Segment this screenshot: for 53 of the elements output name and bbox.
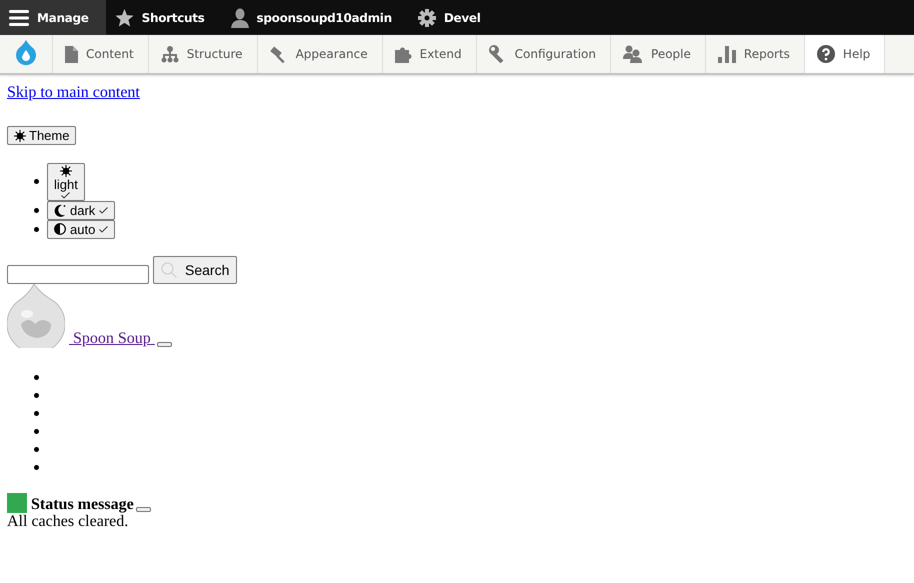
close-button[interactable]	[136, 506, 151, 512]
toolbar-tab[interactable]: Shortcuts	[106, 0, 222, 35]
check-icon	[99, 206, 108, 214]
toolbar-menu-item[interactable]: Extend	[382, 35, 477, 73]
check-icon	[61, 192, 70, 198]
help-icon	[816, 45, 835, 63]
theme-option-button[interactable]: dark	[47, 200, 116, 220]
search-icon	[161, 262, 177, 278]
contrast-icon	[54, 223, 66, 235]
bullet-icon	[34, 411, 39, 416]
user-icon	[230, 8, 249, 28]
toolbar-menu-item[interactable]: Configuration	[476, 35, 612, 73]
gear-icon	[418, 8, 436, 26]
toolbar-menu-item[interactable]: People	[611, 35, 706, 73]
bullet-icon	[34, 393, 39, 398]
bullet-icon	[34, 208, 39, 212]
toolbar-menu-item[interactable]: Structure	[148, 35, 258, 73]
toolbar-tab[interactable]: Manage	[0, 0, 106, 35]
toolbar-menu-item[interactable]: Reports	[706, 35, 805, 73]
status-message: All caches cleared.	[7, 512, 130, 530]
bullet-icon	[34, 226, 39, 232]
sitemap-icon	[160, 46, 179, 62]
toolbar-menu-item[interactable]: Content	[53, 35, 149, 73]
document-icon	[65, 46, 78, 62]
toolbar-menu-item[interactable]: Appearance	[258, 35, 383, 73]
check-icon	[99, 226, 108, 232]
menu-icon	[9, 8, 29, 26]
bullet-icon	[34, 429, 39, 434]
puzzle-icon	[394, 46, 412, 62]
menu-toggle-button[interactable]	[156, 342, 172, 346]
toolbar-tab[interactable]: spoonsoupd10admin	[222, 0, 409, 35]
drop-logo-icon	[15, 40, 37, 68]
toolbar-tab[interactable]: Devel	[408, 0, 498, 35]
sun-icon	[60, 164, 72, 176]
bar-chart-icon	[718, 46, 736, 62]
drop-logo-icon	[7, 284, 65, 348]
moon-icon	[54, 204, 66, 216]
people-icon	[623, 45, 644, 63]
search-field[interactable]	[7, 264, 149, 284]
star-icon	[114, 8, 134, 26]
search-button[interactable]: Search	[153, 256, 238, 284]
theme-option-button[interactable]: auto	[47, 220, 116, 238]
sun-icon	[14, 130, 26, 142]
site-name-link[interactable]: Spoon Soup	[69, 330, 155, 348]
bullet-icon	[34, 375, 39, 380]
bullet-icon	[34, 447, 39, 452]
toolbar-menu-item[interactable]: Help	[804, 35, 886, 73]
bullet-icon	[34, 179, 39, 184]
theme-button[interactable]: Theme	[7, 126, 76, 145]
status-title: Status message	[31, 496, 134, 512]
bullet-icon	[34, 465, 39, 470]
skip-link[interactable]: Skip to main content	[7, 84, 140, 102]
theme-option-button[interactable]: light	[47, 162, 85, 200]
